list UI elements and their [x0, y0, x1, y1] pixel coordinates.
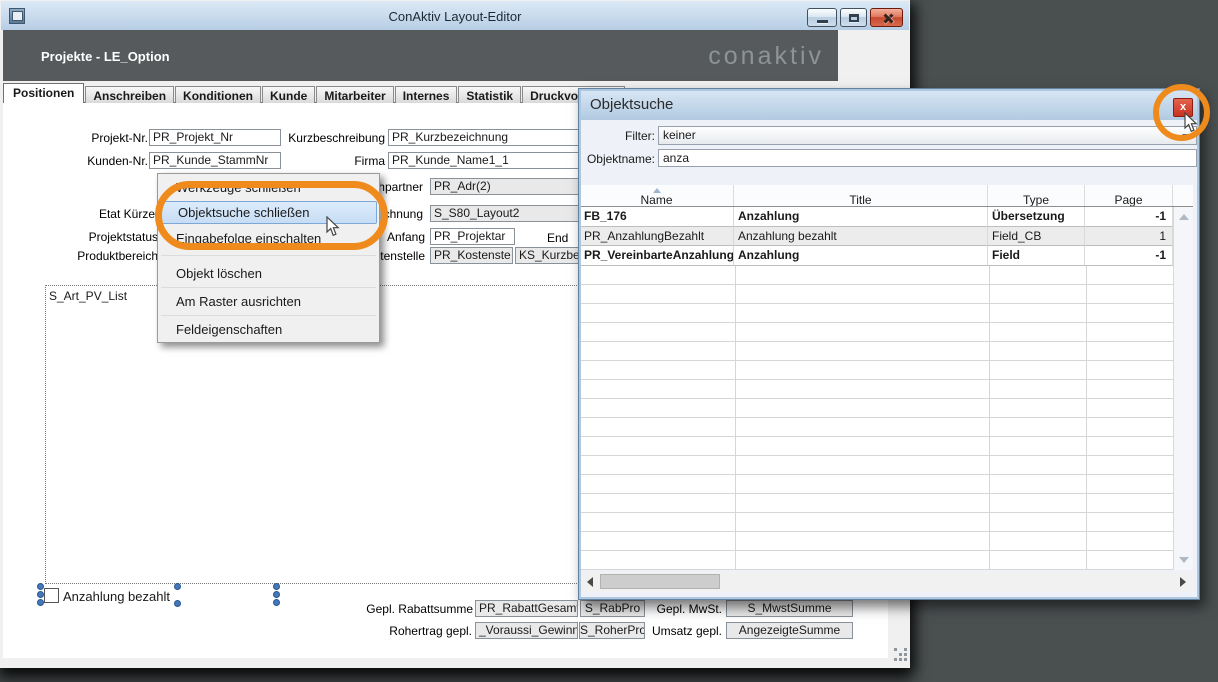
objektsuche-title-bar[interactable]: Objektsuche: [579, 89, 1199, 120]
umsatz-label: Umsatz gepl.: [642, 624, 722, 639]
scroll-down-icon[interactable]: [1179, 557, 1189, 563]
horizontal-scrollbar[interactable]: [580, 572, 1193, 592]
annotation-circle-close: [1153, 84, 1210, 141]
resize-grip[interactable]: [894, 648, 897, 651]
objektsuche-title: Objektsuche: [590, 96, 673, 113]
mouse-cursor-close: [1184, 112, 1198, 133]
table-header: Name Title Type Page: [580, 185, 1193, 207]
rabattsumme-field[interactable]: PR_RabattGesamt: [475, 600, 578, 617]
record-title: Projekte - LE_Option: [41, 49, 170, 64]
ende-label: End: [547, 231, 575, 246]
tab-bar: Positionen Anschreiben Konditionen Kunde…: [3, 83, 626, 103]
umsatz-field[interactable]: AngezeigteSumme: [726, 622, 853, 639]
annotation-ellipse-menu: [155, 181, 388, 250]
maximize-button[interactable]: [840, 8, 867, 27]
positions-list-label: S_Art_PV_List: [49, 289, 127, 303]
rohertrag-field[interactable]: _Voraussi_Gewinn: [475, 622, 578, 639]
firma-field[interactable]: PR_Kunde_Name1_1: [388, 152, 588, 169]
maximize-icon: [849, 14, 859, 22]
tab-positionen[interactable]: Positionen: [3, 83, 84, 103]
table-row[interactable]: PR_AnzahlungBezahlt Anzahlung bezahlt Fi…: [580, 227, 1173, 246]
firma-label: Firma: [275, 154, 385, 169]
menu-item-objekt-loeschen[interactable]: Objekt löschen: [159, 259, 378, 287]
produktbereich-label: Produktbereich: [45, 249, 158, 264]
projektstatus-label: Projektstatus: [45, 230, 158, 245]
empty-grid-lines: [580, 266, 1173, 570]
rohertrag-prozent-field[interactable]: S_RoherPro: [579, 622, 645, 639]
kunden-nr-label: Kunden-Nr.: [40, 154, 148, 169]
scrollbar-thumb[interactable]: [600, 574, 720, 589]
menu-item-feldeigenschaften[interactable]: Feldeigenschaften: [159, 315, 378, 343]
anfang-field[interactable]: PR_Projektar: [430, 228, 515, 245]
column-header-title[interactable]: Title: [734, 185, 988, 206]
selection-handle[interactable]: [273, 599, 280, 606]
tab-anschreiben[interactable]: Anschreiben: [85, 86, 174, 103]
objektsuche-window: Objektsuche x Filter: keiner Objektname:…: [578, 88, 1200, 600]
close-icon: [882, 13, 893, 24]
column-header-name[interactable]: Name: [580, 185, 734, 206]
vertical-scrollbar[interactable]: [1173, 207, 1193, 570]
record-header: Projekte - LE_Option conaktiv: [3, 30, 838, 81]
table-row[interactable]: FB_176 Anzahlung Übersetzung -1: [580, 207, 1173, 227]
tab-mitarbeiter[interactable]: Mitarbeiter: [316, 86, 393, 103]
selection-handle[interactable]: [37, 599, 44, 606]
objektname-input[interactable]: anza: [658, 149, 1197, 167]
menu-separator: [161, 255, 376, 256]
bezeichnung-field[interactable]: S_S80_Layout2: [430, 205, 580, 222]
menu-item-am-raster-ausrichten[interactable]: Am Raster ausrichten: [159, 287, 378, 315]
anzahlung-bezahlt-label: Anzahlung bezahlt: [63, 589, 170, 604]
rabattsumme-label: Gepl. Rabattsumme: [353, 602, 473, 617]
mouse-cursor: [326, 216, 340, 237]
tab-konditionen[interactable]: Konditionen: [175, 86, 261, 103]
projekt-nr-field[interactable]: PR_Projekt_Nr: [149, 129, 281, 146]
etat-label: Etat Kürze: [45, 207, 155, 222]
minimize-icon: [817, 20, 828, 23]
filter-value: keiner: [663, 128, 696, 142]
kurzbeschreibung-field[interactable]: PR_Kurzbezeichnung: [388, 129, 588, 146]
mwst-field[interactable]: S_MwstSumme: [726, 600, 853, 617]
tab-kunde[interactable]: Kunde: [262, 86, 315, 103]
close-button[interactable]: [870, 8, 903, 27]
selection-handle[interactable]: [37, 591, 44, 598]
kostenstelle-field[interactable]: PR_Kostenste: [430, 247, 513, 264]
mwst-label: Gepl. MwSt.: [642, 602, 722, 617]
filter-label: Filter:: [586, 129, 655, 143]
anzahlung-bezahlt-checkbox[interactable]: [44, 588, 59, 603]
tab-statistik[interactable]: Statistik: [458, 86, 521, 103]
selection-handle[interactable]: [273, 583, 280, 590]
conaktiv-logo: conaktiv: [708, 42, 824, 71]
selection-handle[interactable]: [37, 583, 44, 590]
window-title: ConAktiv Layout-Editor: [1, 9, 909, 24]
objektname-value: anza: [663, 151, 689, 165]
scroll-right-icon[interactable]: [1180, 577, 1186, 587]
rohertrag-label: Rohertrag gepl.: [352, 624, 472, 639]
kunden-nr-field[interactable]: PR_Kunde_StammNr: [149, 152, 281, 169]
selection-handle[interactable]: [174, 583, 181, 590]
column-header-page[interactable]: Page: [1085, 185, 1173, 206]
kurzbeschreibung-label: Kurzbeschreibung: [275, 131, 385, 146]
table-row[interactable]: PR_VereinbarteAnzahlung Anzahlung Field …: [580, 246, 1173, 266]
column-header-spacer: [1173, 185, 1193, 206]
results-table: FB_176 Anzahlung Übersetzung -1 PR_Anzah…: [580, 207, 1173, 570]
objektname-label: Objektname:: [586, 152, 655, 166]
rabatt-prozent-field[interactable]: S_RabPro: [580, 600, 645, 617]
minimize-button[interactable]: [807, 8, 837, 27]
scroll-left-icon[interactable]: [587, 577, 593, 587]
title-bar[interactable]: ConAktiv Layout-Editor: [1, 1, 909, 30]
selection-handle[interactable]: [174, 600, 181, 607]
filter-dropdown[interactable]: keiner: [658, 126, 1197, 145]
selection-handle[interactable]: [273, 591, 280, 598]
tab-internes[interactable]: Internes: [395, 86, 458, 103]
projekt-nr-label: Projekt-Nr.: [40, 131, 148, 146]
sort-ascending-icon: [653, 188, 661, 193]
ansprechpartner-field[interactable]: PR_Adr(2): [430, 178, 580, 195]
column-header-type[interactable]: Type: [988, 185, 1085, 206]
scroll-up-icon[interactable]: [1179, 214, 1189, 220]
